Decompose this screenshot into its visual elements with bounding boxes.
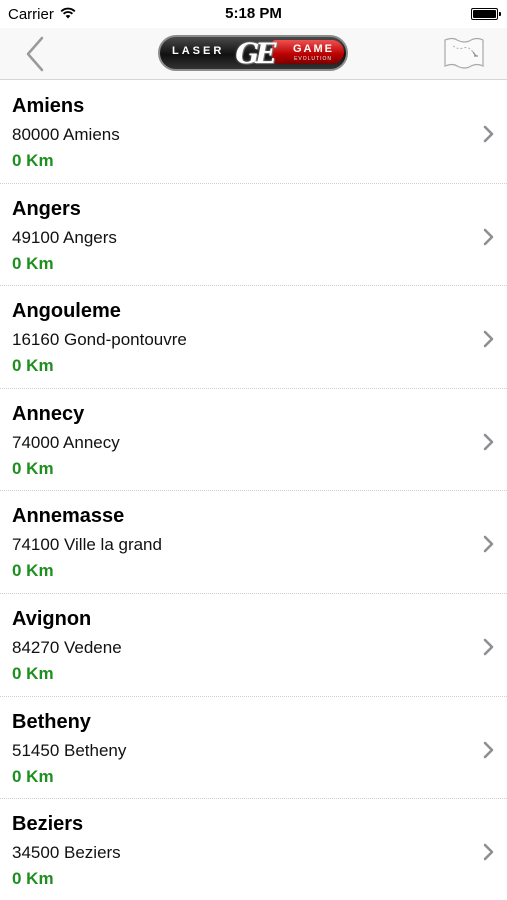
app-logo: LASER GE GAME EVOLUTION xyxy=(158,32,348,74)
location-distance: 0 Km xyxy=(12,151,54,170)
location-distance: 0 Km xyxy=(12,458,54,478)
chevron-right-icon xyxy=(483,228,494,245)
logo-center-text: GE xyxy=(235,36,276,70)
chevron-right-icon xyxy=(483,741,494,758)
back-button[interactable] xyxy=(22,34,52,74)
battery-icon xyxy=(471,8,501,20)
location-name: Annemasse xyxy=(12,505,125,528)
location-name: Angouleme xyxy=(12,300,121,323)
location-address: 80000 Amiens xyxy=(12,125,120,144)
list-item[interactable]: Amiens 80000 Amiens 0 Km xyxy=(0,81,507,184)
location-address: 49100 Angers xyxy=(12,227,117,247)
location-distance: 0 Km xyxy=(12,356,54,376)
list-item[interactable]: Beziers 34500 Beziers 0 Km xyxy=(0,799,507,900)
map-button[interactable] xyxy=(443,36,485,70)
chevron-right-icon xyxy=(483,536,494,553)
location-distance: 0 Km xyxy=(12,663,54,683)
location-address: 51450 Betheny xyxy=(12,740,127,760)
chevron-left-icon xyxy=(26,36,44,72)
location-name: Amiens xyxy=(12,95,85,117)
location-distance: 0 Km xyxy=(12,561,54,581)
location-distance: 0 Km xyxy=(12,766,54,786)
location-distance: 0 Km xyxy=(12,869,54,889)
location-address: 34500 Beziers xyxy=(12,843,121,863)
chevron-right-icon xyxy=(483,330,494,348)
chevron-right-icon xyxy=(483,125,494,143)
location-name: Annecy xyxy=(12,402,85,425)
status-right xyxy=(348,8,501,20)
chevron-right-icon xyxy=(483,638,494,656)
logo-subtitle: EVOLUTION xyxy=(294,56,332,62)
location-name: Angers xyxy=(12,197,81,220)
wifi-icon xyxy=(60,6,76,23)
status-bar: Carrier 5:18 PM xyxy=(0,0,507,28)
logo-text-right: GAME xyxy=(293,43,334,55)
map-icon xyxy=(444,37,484,69)
chevron-right-icon xyxy=(483,843,494,861)
list-item[interactable]: Avignon 84270 Vedene 0 Km xyxy=(0,594,507,697)
list-item[interactable]: Betheny 51450 Betheny 0 Km xyxy=(0,697,507,800)
location-address: 74000 Annecy xyxy=(12,432,120,452)
navigation-bar: LASER GE GAME EVOLUTION xyxy=(0,28,507,80)
logo-text-left: LASER xyxy=(172,45,225,57)
list-item[interactable]: Angers 49100 Angers 0 Km xyxy=(0,184,507,287)
chevron-right-icon xyxy=(483,433,494,451)
location-list: Amiens 80000 Amiens 0 Km Angers 49100 Angers… xyxy=(0,81,507,900)
location-address: 84270 Vedene xyxy=(12,637,122,657)
list-item[interactable]: Angouleme 16160 Gond-pontouvre 0 Km xyxy=(0,286,507,389)
carrier-label: Carrier xyxy=(8,5,54,23)
location-distance: 0 Km xyxy=(12,253,54,273)
status-left: Carrier xyxy=(8,6,158,23)
location-name: Betheny xyxy=(12,710,91,733)
location-address: 16160 Gond-pontouvre xyxy=(12,330,187,350)
list-item[interactable]: Annemasse 74100 Ville la grand 0 Km xyxy=(0,491,507,594)
location-name: Beziers xyxy=(12,813,84,836)
logo-center: GE xyxy=(235,33,276,73)
location-address: 74100 Ville la grand xyxy=(12,535,162,555)
location-name: Avignon xyxy=(12,607,92,630)
list-item[interactable]: Annecy 74000 Annecy 0 Km xyxy=(0,389,507,492)
